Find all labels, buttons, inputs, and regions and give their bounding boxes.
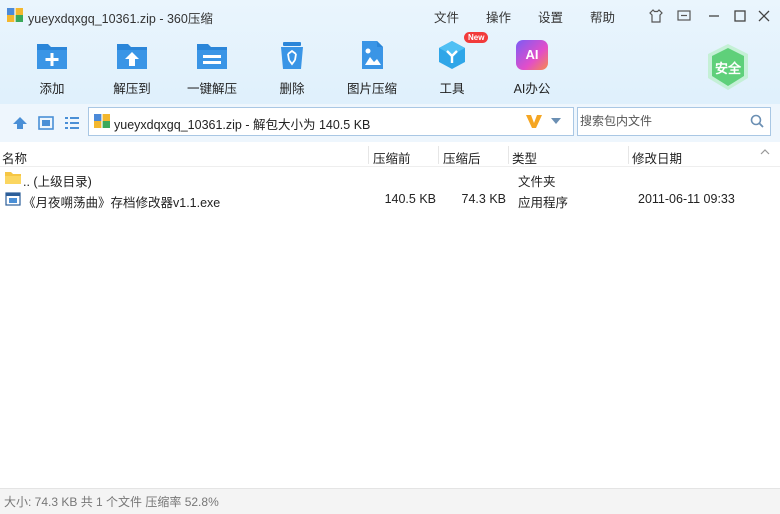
file-row[interactable]: 《月夜嗍荡曲》存档修改器v1.1.exe 140.5 KB 74.3 KB 应用… <box>0 189 756 210</box>
address-path: yueyxdqxgq_10361.zip - 解包大小为 140.5 KB <box>114 118 371 132</box>
tools-icon <box>439 41 465 69</box>
column-divider[interactable] <box>628 146 629 164</box>
security-label: 安全 <box>714 61 741 76</box>
list-view-icon[interactable] <box>64 116 80 130</box>
file-size-after: 74.3 KB <box>461 192 506 206</box>
menu-operation[interactable]: 操作 <box>486 7 511 26</box>
zip-archive-icon <box>94 114 110 128</box>
status-bar: 大小: 74.3 KB 共 1 个文件 压缩率 52.8% <box>0 488 780 514</box>
one-click-extract-icon <box>197 44 227 69</box>
tools-button[interactable]: New 工具 <box>412 32 492 98</box>
maximize-icon[interactable] <box>732 8 748 24</box>
window-title: yueyxdqxgq_10361.zip - 360压缩 <box>28 12 213 26</box>
file-type: 应用程序 <box>518 196 569 210</box>
column-before[interactable]: 压缩前 <box>373 148 411 167</box>
search-box <box>577 107 771 136</box>
column-divider[interactable] <box>368 146 369 164</box>
file-modified: 2011-06-11 09:33 <box>638 192 735 206</box>
file-type: 文件夹 <box>518 175 556 189</box>
chevron-down-icon[interactable] <box>551 118 561 124</box>
search-icon[interactable] <box>750 114 764 128</box>
column-name[interactable]: 名称 <box>2 148 27 167</box>
file-name: 《月夜嗍荡曲》存档修改器v1.1.exe <box>23 196 221 210</box>
folder-icon <box>5 172 21 184</box>
ai-office-button[interactable]: AI AI办公 <box>492 36 572 98</box>
menu-settings[interactable]: 设置 <box>538 7 563 26</box>
title-bar: yueyxdqxgq_10361.zip - 360压缩 文件 操作 设置 帮助 <box>0 0 780 30</box>
status-text: 大小: 74.3 KB 共 1 个文件 压缩率 52.8% <box>4 495 219 509</box>
header-area: yueyxdqxgq_10361.zip - 360压缩 文件 操作 设置 帮助 <box>0 0 780 104</box>
verified-v-icon[interactable] <box>525 113 543 129</box>
toolbar: 添加 解压到 一键解压 删除 图片压缩 New 工具 AI AI办公 <box>0 32 780 100</box>
extract-to-button[interactable]: 解压到 <box>92 36 172 98</box>
column-after[interactable]: 压缩后 <box>443 148 481 167</box>
add-label: 添加 <box>39 82 65 96</box>
image-compress-button[interactable]: 图片压缩 <box>332 36 412 98</box>
file-size-before: 140.5 KB <box>384 192 436 206</box>
address-field[interactable]: yueyxdqxgq_10361.zip - 解包大小为 140.5 KB <box>88 107 574 136</box>
up-arrow-icon[interactable] <box>12 116 28 130</box>
delete-icon <box>281 42 303 69</box>
extract-to-icon <box>117 44 147 69</box>
delete-label: 删除 <box>279 82 305 96</box>
close-icon[interactable] <box>756 8 772 24</box>
app-window: yueyxdqxgq_10361.zip - 360压缩 文件 操作 设置 帮助 <box>0 0 780 514</box>
thumbnail-view-icon[interactable] <box>38 116 54 130</box>
feedback-icon[interactable] <box>676 8 692 24</box>
skin-shirt-icon[interactable] <box>648 8 664 24</box>
ai-office-icon-text: AI <box>525 47 539 62</box>
tools-label: 工具 <box>439 82 465 96</box>
column-modified[interactable]: 修改日期 <box>632 148 682 167</box>
scroll-up-icon[interactable] <box>760 147 770 157</box>
ai-office-label: AI办公 <box>513 82 551 96</box>
file-list-header: 名称 压缩前 压缩后 类型 修改日期 <box>0 144 780 167</box>
column-divider[interactable] <box>438 146 439 164</box>
column-divider[interactable] <box>508 146 509 164</box>
search-input[interactable] <box>580 112 740 130</box>
menu-help[interactable]: 帮助 <box>590 7 615 26</box>
exe-file-icon <box>5 192 21 206</box>
add-button[interactable]: 添加 <box>12 36 92 98</box>
zip-archive-icon <box>7 8 23 22</box>
image-compress-icon <box>362 41 383 69</box>
minimize-icon[interactable] <box>706 8 722 24</box>
file-row[interactable]: .. (上级目录) 文件夹 <box>0 168 756 189</box>
extract-to-label: 解压到 <box>113 82 151 96</box>
file-name: .. (上级目录) <box>23 175 92 189</box>
image-compress-label: 图片压缩 <box>346 82 397 96</box>
one-click-extract-label: 一键解压 <box>186 82 237 96</box>
ai-office-icon: AI <box>516 40 548 70</box>
add-archive-icon <box>37 44 67 69</box>
one-click-extract-button[interactable]: 一键解压 <box>172 36 252 98</box>
column-type[interactable]: 类型 <box>512 148 537 167</box>
delete-button[interactable]: 删除 <box>252 36 332 98</box>
menu-file[interactable]: 文件 <box>434 7 459 26</box>
new-badge: New <box>464 32 489 43</box>
